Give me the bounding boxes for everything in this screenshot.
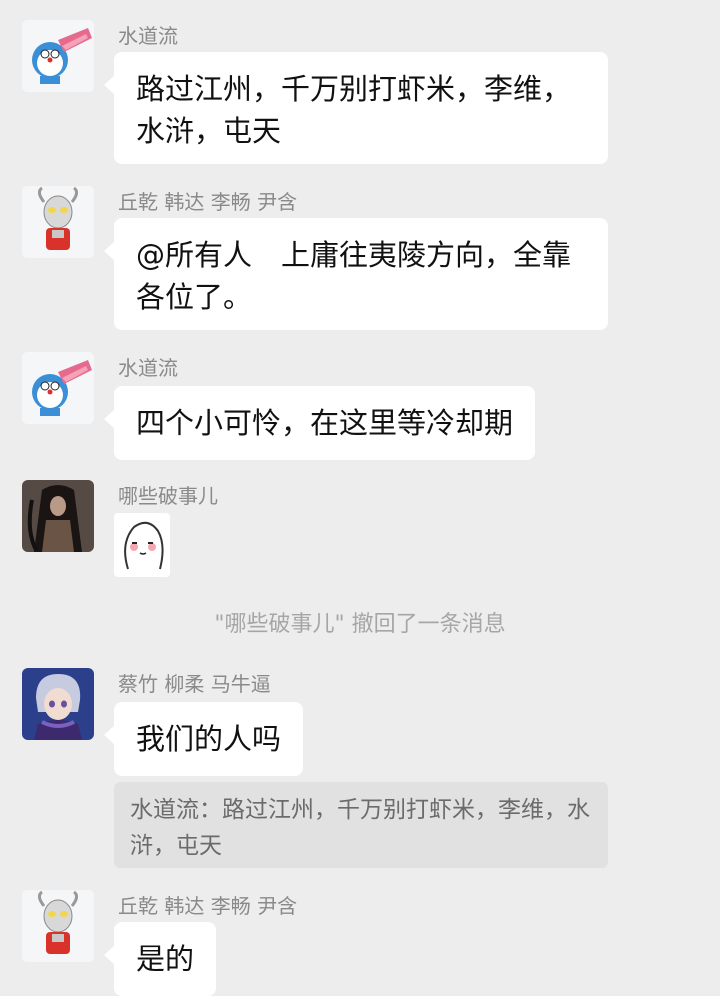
ultraman-avatar[interactable] bbox=[22, 186, 94, 258]
message-bubble[interactable]: @所有人 上庸往夷陵方向，全靠各位了。 bbox=[104, 218, 608, 330]
dark-figure-avatar[interactable] bbox=[22, 480, 94, 552]
blushing-face-sticker[interactable] bbox=[114, 513, 170, 577]
quoted-message[interactable]: 水道流：路过江州，千万别打虾米，李维，水浒，屯天 bbox=[114, 782, 608, 868]
message-bubble[interactable]: 四个小可怜，在这里等冷却期 bbox=[103, 386, 536, 460]
message-bubble[interactable]: 我们的人吗 bbox=[103, 702, 304, 776]
doraemon-avatar[interactable] bbox=[22, 20, 94, 92]
sender-name: 蔡竹 柳柔 马牛逼 bbox=[118, 672, 271, 696]
sender-name: 水道流 bbox=[118, 356, 178, 380]
message-bubble[interactable]: 路过江州，千万别打虾米，李维，水浒，屯天 bbox=[104, 52, 608, 164]
recall-notice: "哪些破事儿" 撤回了一条消息 bbox=[214, 612, 506, 637]
sender-name: 水道流 bbox=[118, 24, 178, 48]
sender-name: 哪些破事儿 bbox=[118, 484, 218, 508]
anime-boy-avatar[interactable] bbox=[22, 668, 94, 740]
sender-name: 丘乾 韩达 李畅 尹含 bbox=[118, 894, 298, 918]
message-bubble[interactable]: 是的 bbox=[103, 922, 217, 996]
doraemon-avatar[interactable] bbox=[22, 352, 94, 424]
ultraman-avatar[interactable] bbox=[22, 890, 94, 962]
sender-name: 丘乾 韩达 李畅 尹含 bbox=[118, 190, 298, 214]
